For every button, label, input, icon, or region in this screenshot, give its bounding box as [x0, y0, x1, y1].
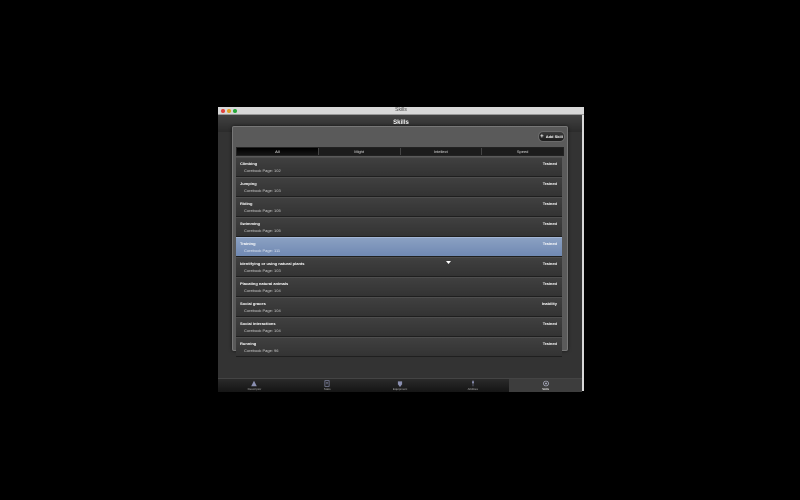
skill-status: Trained — [542, 261, 557, 266]
add-skill-label: Add Skill — [545, 134, 563, 139]
bottom-tab-bar: Descriptor Stats Equipment Abilities Ski… — [218, 378, 582, 392]
segment-intellect[interactable]: Intellect — [401, 148, 483, 155]
skill-row[interactable]: Identifying or using natural plants Core… — [236, 257, 562, 277]
tab-label: Abilities — [467, 387, 478, 391]
skill-name: Running — [240, 341, 257, 346]
abilities-icon — [471, 380, 474, 387]
skill-page: Corebook Page: 102 — [244, 168, 281, 173]
tab-label: Skills — [542, 387, 550, 391]
skills-icon — [542, 380, 549, 387]
window-title: Skills — [395, 107, 407, 113]
skill-page: Corebook Page: 104 — [244, 288, 281, 293]
skill-name: Jumping — [240, 181, 257, 186]
plus-icon: + — [540, 133, 544, 140]
skills-list: Climbing Corebook Page: 102 Trained Jump… — [236, 157, 562, 357]
skill-row[interactable]: Social graces Corebook Page: 104 Inabili… — [236, 297, 562, 317]
skill-name: Training — [240, 241, 256, 246]
skill-row[interactable]: Climbing Corebook Page: 102 Trained — [236, 157, 562, 177]
descriptor-icon — [251, 380, 258, 387]
add-skill-button[interactable]: + Add Skill — [538, 131, 565, 142]
tab-label: Equipment — [392, 387, 408, 391]
tab-equipment[interactable]: Equipment — [364, 379, 437, 392]
skill-status: Trained — [542, 281, 557, 286]
skill-row[interactable]: Placating natural animals Corebook Page:… — [236, 277, 562, 297]
equipment-icon — [397, 381, 403, 387]
skill-status: Trained — [542, 321, 557, 326]
filter-segmented-control: All Might Intellect Speed — [236, 147, 564, 156]
segment-might[interactable]: Might — [319, 148, 401, 155]
segment-speed[interactable]: Speed — [482, 148, 563, 155]
segment-all[interactable]: All — [237, 148, 319, 155]
skill-row-selected[interactable]: Training Corebook Page: 111 Trained — [236, 237, 562, 257]
skill-name: Social graces — [240, 301, 266, 306]
tab-skills[interactable]: Skills — [509, 379, 582, 392]
skill-name: Riding — [240, 201, 253, 206]
skill-name: Social interactions — [240, 321, 276, 326]
skill-page: Corebook Page: 104 — [244, 308, 281, 313]
skill-status: Trained — [542, 201, 557, 206]
skill-page: Corebook Page: 105 — [244, 228, 281, 233]
skill-page: Corebook Page: 103 — [244, 188, 281, 193]
scrollbar[interactable] — [582, 115, 584, 391]
skill-status: Trained — [542, 181, 557, 186]
skill-name: Identifying or using natural plants — [240, 261, 305, 266]
tab-label: Descriptor — [247, 387, 262, 391]
stats-icon — [324, 380, 330, 387]
skill-row[interactable]: Jumping Corebook Page: 103 Trained — [236, 177, 562, 197]
tab-abilities[interactable]: Abilities — [436, 379, 509, 392]
app-window: Skills Skills + Add Skill All Might Inte… — [218, 107, 584, 392]
skill-status: Trained — [542, 341, 557, 346]
skill-status: Trained — [542, 221, 557, 226]
skill-status: Trained — [542, 241, 557, 246]
skill-row[interactable]: Running Corebook Page: 96 Trained — [236, 337, 562, 357]
skill-page: Corebook Page: 96 — [244, 348, 279, 353]
skill-name: Swimming — [240, 221, 261, 226]
skill-page: Corebook Page: 111 — [244, 248, 281, 253]
skill-name: Placating natural animals — [240, 281, 289, 286]
skill-row[interactable]: Riding Corebook Page: 105 Trained — [236, 197, 562, 217]
window-titlebar[interactable]: Skills — [218, 107, 584, 115]
skill-page: Corebook Page: 104 — [244, 328, 281, 333]
mouse-cursor-icon — [446, 261, 451, 264]
tab-label: Stats — [323, 387, 331, 391]
skill-row[interactable]: Swimming Corebook Page: 105 Trained — [236, 217, 562, 237]
skill-status: Inability — [541, 301, 557, 306]
skill-page: Corebook Page: 105 — [244, 208, 281, 213]
skill-page: Corebook Page: 103 — [244, 268, 281, 273]
skills-panel: + Add Skill All Might Intellect Speed Cl… — [232, 126, 568, 357]
skill-name: Climbing — [240, 161, 258, 166]
tab-descriptor[interactable]: Descriptor — [218, 379, 291, 392]
tab-stats[interactable]: Stats — [291, 379, 364, 392]
skill-status: Trained — [542, 161, 557, 166]
skill-row[interactable]: Social interactions Corebook Page: 104 T… — [236, 317, 562, 337]
